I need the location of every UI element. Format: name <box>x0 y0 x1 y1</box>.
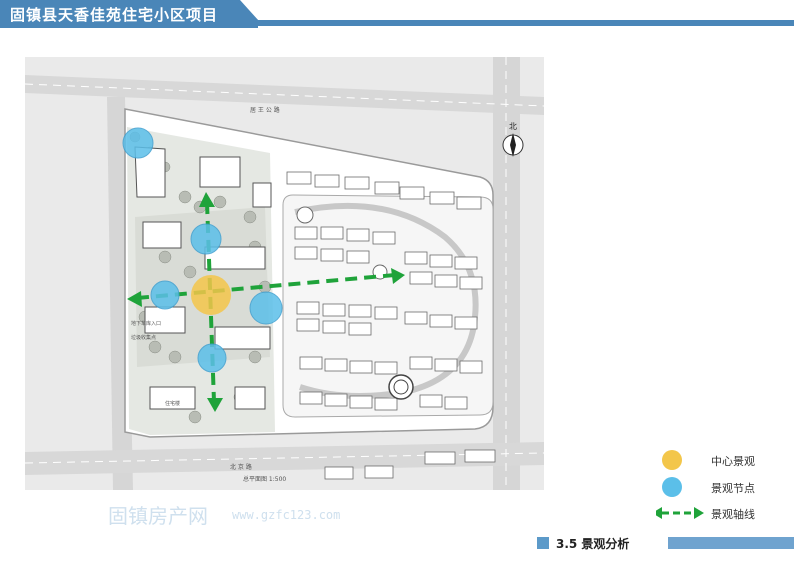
footer-bar <box>668 537 794 549</box>
small-label-2: 垃圾收集点 <box>131 334 156 341</box>
center-landscape-marker <box>191 275 231 315</box>
legend-label-node: 景观节点 <box>711 482 755 495</box>
legend-symbols <box>656 450 704 519</box>
landscape-node-marker <box>122 127 154 159</box>
section-label: 3.5 景观分析 <box>556 537 630 551</box>
legend-axis-icon <box>656 507 704 519</box>
legend-node-icon <box>662 477 682 497</box>
legend-label-center: 中心景观 <box>711 455 755 468</box>
landscape-node-marker <box>150 280 180 310</box>
landscape-node-marker <box>197 343 227 373</box>
landscape-node-marker <box>249 291 283 325</box>
plan-caption: 总平面图 1:500 <box>243 475 286 483</box>
road-label-top: 居 王 公 路 <box>250 106 280 114</box>
page-title: 固镇县天香佳苑住宅小区项目 <box>10 6 219 24</box>
site-plan-map: 北 居 王 公 路 北 京 路 总平面图 1:500 地下车库入口 垃圾收集点 … <box>25 57 544 490</box>
legend-label-axis: 景观轴线 <box>711 508 755 521</box>
landscape-node-marker <box>190 223 222 255</box>
footer-square <box>537 537 549 549</box>
watermark-url: www.gzfc123.com <box>232 508 341 522</box>
north-label: 北 <box>509 122 517 131</box>
road-label-bottom: 北 京 路 <box>230 463 252 471</box>
small-label-1: 地下车库入口 <box>131 320 161 327</box>
legend: 中心景观 景观节点 景观轴线 <box>656 446 786 526</box>
watermark-text: 固镇房产网 <box>108 504 208 528</box>
legend-center-icon <box>662 450 682 470</box>
small-label-3: 住宅楼 <box>165 400 180 407</box>
